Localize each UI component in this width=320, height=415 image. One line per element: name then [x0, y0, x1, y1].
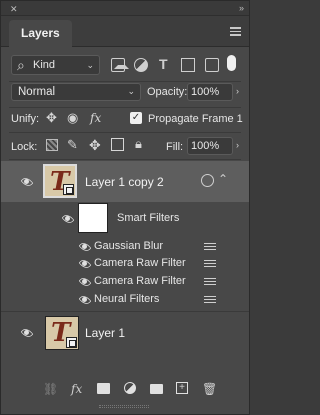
unify-visibility-icon[interactable]: ◉ — [67, 110, 78, 126]
new-group-icon[interactable] — [150, 384, 163, 394]
divider — [9, 159, 241, 160]
new-layer-icon[interactable]: + — [176, 382, 188, 394]
layer-thumbnail: T — [45, 316, 79, 350]
lock-position-icon[interactable]: ✥ — [89, 137, 101, 154]
layers-bottom-toolbar: ⛓ fx + 🗑︎ — [1, 375, 249, 401]
unify-position-icon[interactable]: ✥ — [46, 110, 57, 126]
blending-options-icon[interactable] — [204, 260, 216, 267]
smart-filters-row[interactable]: Smart Filters — [1, 202, 249, 236]
opacity-value: 100% — [191, 86, 220, 98]
image-filter-icon[interactable] — [111, 58, 129, 72]
visibility-eye-icon[interactable] — [20, 177, 34, 186]
panel-menu-icon[interactable] — [230, 27, 241, 36]
lock-label: Lock: — [11, 141, 38, 153]
layer-thumbnail: T — [43, 164, 77, 198]
add-mask-icon[interactable] — [97, 383, 110, 394]
chevron-down-icon: ⌄ — [127, 86, 135, 96]
filter-kind-dropdown[interactable]: ⌕ Kind ⌄ — [11, 55, 100, 75]
filter-row-camera-raw-1[interactable]: Camera Raw Filter — [1, 255, 249, 272]
filter-name: Camera Raw Filter — [94, 275, 186, 287]
blend-mode-value: Normal — [18, 86, 56, 98]
unify-label: Unify: — [11, 113, 40, 125]
search-icon: ⌕ — [17, 57, 25, 73]
blending-options-icon[interactable] — [204, 243, 216, 250]
smart-filter-mask-thumbnail[interactable] — [78, 203, 108, 233]
expand-collapse-icon[interactable]: ⌃ — [218, 172, 228, 186]
delete-layer-icon[interactable]: 🗑︎ — [202, 382, 217, 396]
smart-object-badge-icon — [63, 184, 74, 195]
panel-tab-bar: Layers — [1, 16, 249, 47]
visibility-eye-icon[interactable] — [78, 295, 92, 304]
divider — [9, 132, 241, 133]
fill-field[interactable]: 100% — [187, 137, 233, 155]
close-icon[interactable]: ✕ — [10, 4, 18, 15]
smart-object-badge-icon — [66, 337, 77, 348]
lock-artboard-icon[interactable] — [111, 138, 124, 151]
propagate-checkbox[interactable]: ✓ — [130, 112, 142, 124]
lock-paint-icon[interactable]: ✎ — [67, 137, 78, 153]
collapse-panel-icon[interactable]: » — [239, 3, 244, 13]
blending-options-icon[interactable] — [204, 278, 216, 285]
link-layers-icon[interactable]: ⛓ — [43, 382, 58, 396]
opacity-field[interactable]: 100% — [187, 83, 233, 101]
smart-filters-label: Smart Filters — [117, 212, 180, 224]
filter-name: Gaussian Blur — [94, 240, 164, 252]
layers-panel: ✕ » Layers ⌕ Kind ⌄ T Normal ⌄ Opacity: … — [0, 0, 250, 415]
visibility-eye-icon[interactable] — [78, 259, 92, 268]
fill-chevron-icon[interactable]: › — [236, 140, 239, 150]
propagate-label: Propagate Frame 1 — [148, 113, 243, 125]
filter-row-neural-filters[interactable]: Neural Filters — [1, 291, 249, 308]
chevron-down-icon: ⌄ — [86, 60, 94, 70]
layer-row-layer-1[interactable]: T Layer 1 — [1, 312, 249, 352]
blending-options-icon[interactable] — [204, 296, 216, 303]
unify-style-icon[interactable]: fx — [90, 111, 101, 125]
opacity-label: Opacity: — [147, 86, 188, 98]
add-layer-style-icon[interactable]: fx — [71, 382, 82, 396]
visibility-eye-icon[interactable] — [20, 328, 34, 337]
resize-grip[interactable] — [99, 405, 149, 408]
filter-row-gaussian-blur[interactable]: Gaussian Blur — [1, 238, 249, 255]
layer-name[interactable]: Layer 1 — [85, 326, 125, 340]
blend-mode-dropdown[interactable]: Normal ⌄ — [11, 83, 141, 101]
filter-toggle-icon[interactable] — [227, 55, 236, 71]
smart-filter-indicator-icon — [201, 174, 214, 187]
filter-name: Neural Filters — [94, 293, 160, 305]
panel-titlebar: ✕ » — [1, 1, 249, 16]
adjustment-filter-icon[interactable] — [134, 58, 148, 72]
fill-value: 100% — [191, 140, 220, 152]
opacity-chevron-icon[interactable]: › — [236, 86, 239, 96]
new-adjustment-layer-icon[interactable] — [124, 382, 136, 394]
type-filter-icon[interactable]: T — [159, 56, 173, 72]
lock-all-icon[interactable]: 🔒︎ — [135, 136, 142, 152]
filter-kind-label: Kind — [33, 59, 56, 71]
filter-row-camera-raw-2[interactable]: Camera Raw Filter — [1, 273, 249, 290]
tab-layers[interactable]: Layers — [9, 20, 72, 47]
visibility-eye-icon[interactable] — [61, 214, 75, 223]
fill-label: Fill: — [166, 141, 184, 153]
visibility-eye-icon[interactable] — [78, 242, 92, 251]
divider — [9, 107, 241, 108]
divider — [9, 81, 241, 82]
shape-filter-icon[interactable] — [181, 58, 195, 72]
lock-transparent-icon[interactable] — [46, 139, 58, 151]
visibility-eye-icon[interactable] — [78, 277, 92, 286]
layer-row-layer-1-copy-2[interactable]: T Layer 1 copy 2 ⌃ — [1, 161, 249, 202]
layer-name[interactable]: Layer 1 copy 2 — [85, 175, 164, 189]
smart-object-filter-icon[interactable] — [205, 58, 219, 72]
filter-name: Camera Raw Filter — [94, 257, 186, 269]
